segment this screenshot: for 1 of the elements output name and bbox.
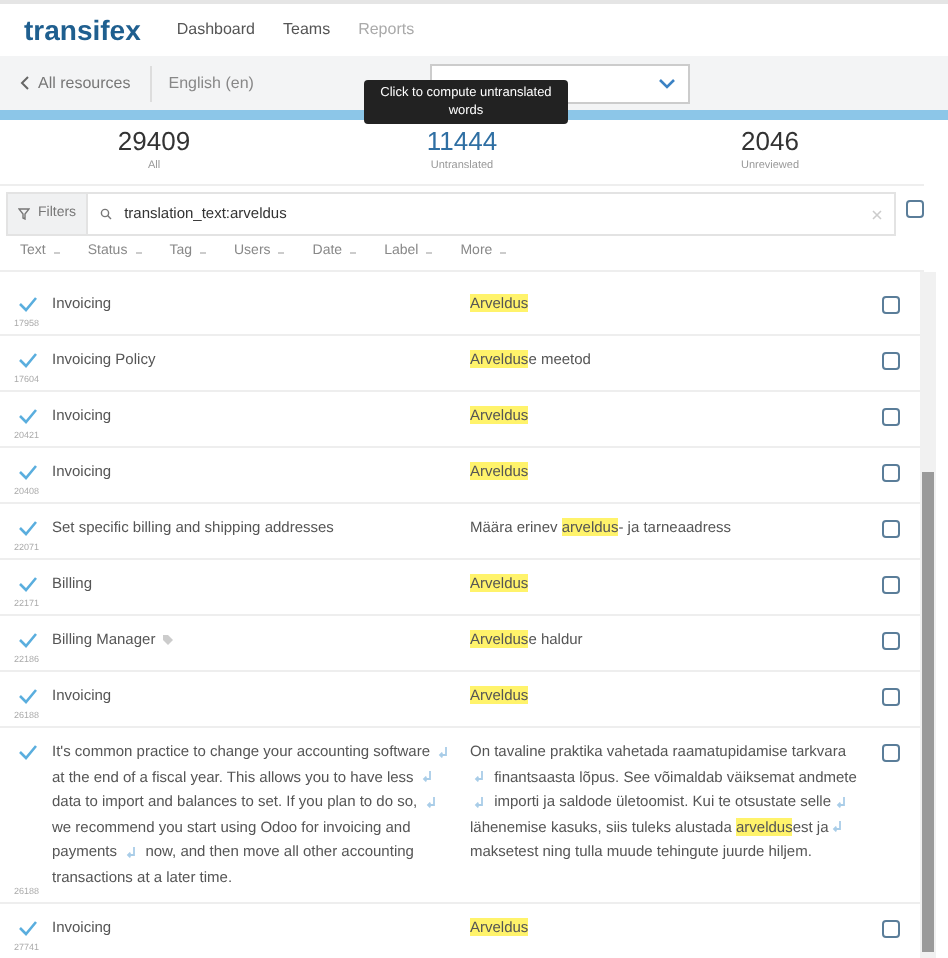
source-language: English (en): [168, 71, 254, 95]
